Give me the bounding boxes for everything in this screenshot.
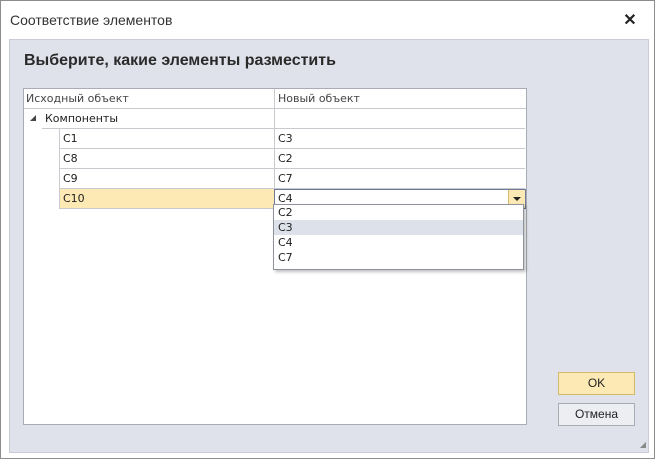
dropdown-option[interactable]: C2 (274, 205, 523, 220)
tree-collapse-icon[interactable] (30, 115, 36, 121)
chevron-down-icon (513, 197, 521, 201)
title-bar: Соответствие элементов ✕ (1, 1, 654, 39)
dialog-heading: Выберите, какие элементы разместить (24, 52, 336, 69)
dropdown-option[interactable]: C4 (274, 235, 523, 250)
table-row[interactable]: C8 C2 (24, 149, 526, 169)
table-row[interactable]: C1 C3 (24, 129, 526, 149)
ok-button[interactable]: OK (558, 372, 635, 395)
target-cell[interactable]: C3 (275, 129, 525, 149)
source-cell[interactable]: C8 (60, 149, 275, 169)
column-header-target[interactable]: Новый объект (275, 89, 526, 108)
group-row-components[interactable]: Компоненты (24, 109, 526, 129)
close-icon[interactable]: ✕ (620, 11, 640, 31)
source-cell[interactable]: C1 (60, 129, 275, 149)
dropdown-option-highlighted[interactable]: C3 (274, 220, 523, 235)
dropdown-list: C2 C3 C4 C7 (273, 204, 524, 270)
group-label: Компоненты (42, 109, 275, 129)
source-cell[interactable]: C9 (60, 169, 275, 189)
column-header-source[interactable]: Исходный объект (24, 89, 275, 108)
target-cell[interactable]: C7 (275, 169, 525, 189)
resize-grip-icon[interactable]: ◢ (636, 440, 646, 450)
group-value (275, 109, 525, 129)
table-row[interactable]: C9 C7 (24, 169, 526, 189)
dialog-client-area: Выберите, какие элементы разместить Исхо… (9, 39, 649, 453)
dropdown-option[interactable]: C7 (274, 250, 523, 265)
target-cell[interactable]: C2 (275, 149, 525, 169)
grid-header: Исходный объект Новый объект (24, 89, 526, 109)
window-title: Соответствие элементов (10, 12, 173, 28)
source-cell[interactable]: C10 (60, 189, 275, 209)
cancel-button[interactable]: Отмена (558, 403, 635, 426)
dialog-window: Соответствие элементов ✕ Выберите, какие… (0, 0, 655, 459)
